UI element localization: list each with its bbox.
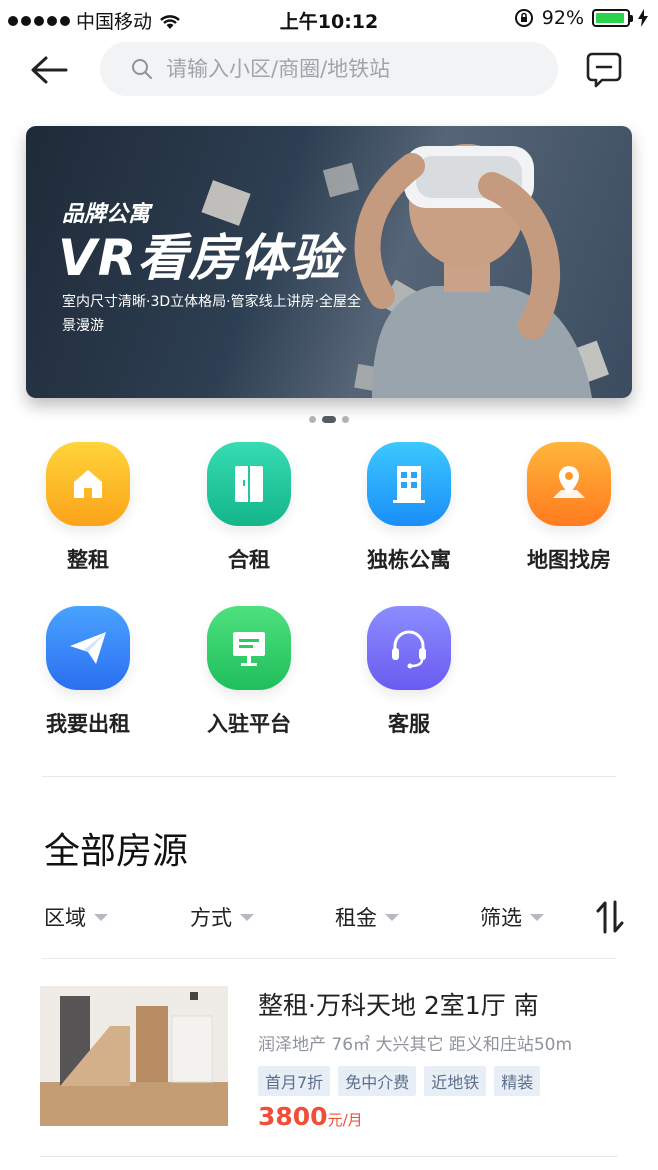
divider <box>42 776 616 777</box>
filter-rent-type[interactable]: 方式 <box>190 902 254 932</box>
carousel-dot[interactable] <box>309 416 316 423</box>
sort-icon[interactable] <box>594 900 626 934</box>
battery-info: 92% <box>514 7 648 29</box>
section-title: 全部房源 <box>44 831 189 872</box>
caret-down-icon <box>530 913 544 921</box>
listing-tag: 精装 <box>494 1066 541 1096</box>
charging-icon <box>638 9 648 27</box>
listing-tags: 首月7折 免中介费 近地铁 精装 <box>258 1066 541 1096</box>
category-whole-rent[interactable]: 整租 <box>18 442 158 574</box>
search-icon <box>132 59 152 79</box>
category-list-property[interactable]: 我要出租 <box>18 606 158 738</box>
divider <box>40 1156 618 1157</box>
filter-more[interactable]: 筛选 <box>480 902 544 932</box>
filter-label: 租金 <box>335 906 377 930</box>
promo-banner[interactable]: 品牌公寓 VR看房体验 室内尺寸清晰·3D立体格局·管家线上讲房·全屋全景漫游 <box>26 126 632 398</box>
listing-price: 3800元/月 <box>258 1102 363 1131</box>
listing-card[interactable]: 整租·万科天地 2室1厅 南 润泽地产 76㎡ 大兴其它 距义和庄站50m 首月… <box>40 986 620 1131</box>
search-bar[interactable] <box>100 42 558 96</box>
banner-description: 室内尺寸清晰·3D立体格局·管家线上讲房·全屋全景漫游 <box>62 294 362 334</box>
back-arrow-icon[interactable] <box>28 50 70 90</box>
listing-title: 整租·万科天地 2室1厅 南 <box>258 991 539 1020</box>
listing-tag: 近地铁 <box>424 1066 487 1096</box>
carousel-dot-active[interactable] <box>322 416 336 423</box>
door-icon <box>207 442 291 526</box>
filter-label: 方式 <box>190 906 232 930</box>
building-icon <box>367 442 451 526</box>
category-label: 整租 <box>67 548 109 572</box>
category-label: 我要出租 <box>46 712 130 736</box>
filter-label: 筛选 <box>480 906 522 930</box>
category-shared-rent[interactable]: 合租 <box>179 442 319 574</box>
caret-down-icon <box>94 913 108 921</box>
caret-down-icon <box>385 913 399 921</box>
filter-bar: 区域 方式 租金 筛选 <box>44 900 634 942</box>
category-label: 客服 <box>388 712 430 736</box>
message-icon[interactable] <box>584 50 624 90</box>
category-label: 独栋公寓 <box>367 548 451 572</box>
category-map-search[interactable]: 地图找房 <box>499 442 639 574</box>
price-unit: 元/月 <box>327 1111 363 1129</box>
search-input[interactable] <box>166 57 546 81</box>
paper-plane-icon <box>46 606 130 690</box>
status-bar: 中国移动 上午10:12 92% <box>0 0 658 38</box>
listing-tag: 免中介费 <box>338 1066 417 1096</box>
category-label: 地图找房 <box>527 548 611 572</box>
category-label: 入驻平台 <box>207 712 291 736</box>
map-pin-icon <box>527 442 611 526</box>
filter-label: 区域 <box>44 906 86 930</box>
carousel-indicator[interactable] <box>0 416 658 423</box>
battery-icon <box>592 9 633 27</box>
price-value: 3800 <box>258 1102 328 1131</box>
category-customer-service[interactable]: 客服 <box>339 606 479 738</box>
vr-person-illustration <box>354 144 592 398</box>
house-icon <box>46 442 130 526</box>
carousel-dot[interactable] <box>342 416 349 423</box>
billboard-icon <box>207 606 291 690</box>
category-apartment[interactable]: 独栋公寓 <box>339 442 479 574</box>
rotation-lock-icon <box>514 9 533 27</box>
listing-meta: 润泽地产 76㎡ 大兴其它 距义和庄站50m <box>258 1035 573 1055</box>
filter-district[interactable]: 区域 <box>44 902 108 932</box>
filter-price[interactable]: 租金 <box>335 902 399 932</box>
battery-percent: 92% <box>541 7 584 29</box>
divider <box>42 958 616 959</box>
caret-down-icon <box>240 913 254 921</box>
headset-icon <box>367 606 451 690</box>
category-label: 合租 <box>228 548 270 572</box>
category-join-platform[interactable]: 入驻平台 <box>179 606 319 738</box>
listing-tag: 首月7折 <box>258 1066 331 1096</box>
listing-photo <box>40 986 228 1126</box>
banner-title: VR看房体验 <box>58 229 342 287</box>
